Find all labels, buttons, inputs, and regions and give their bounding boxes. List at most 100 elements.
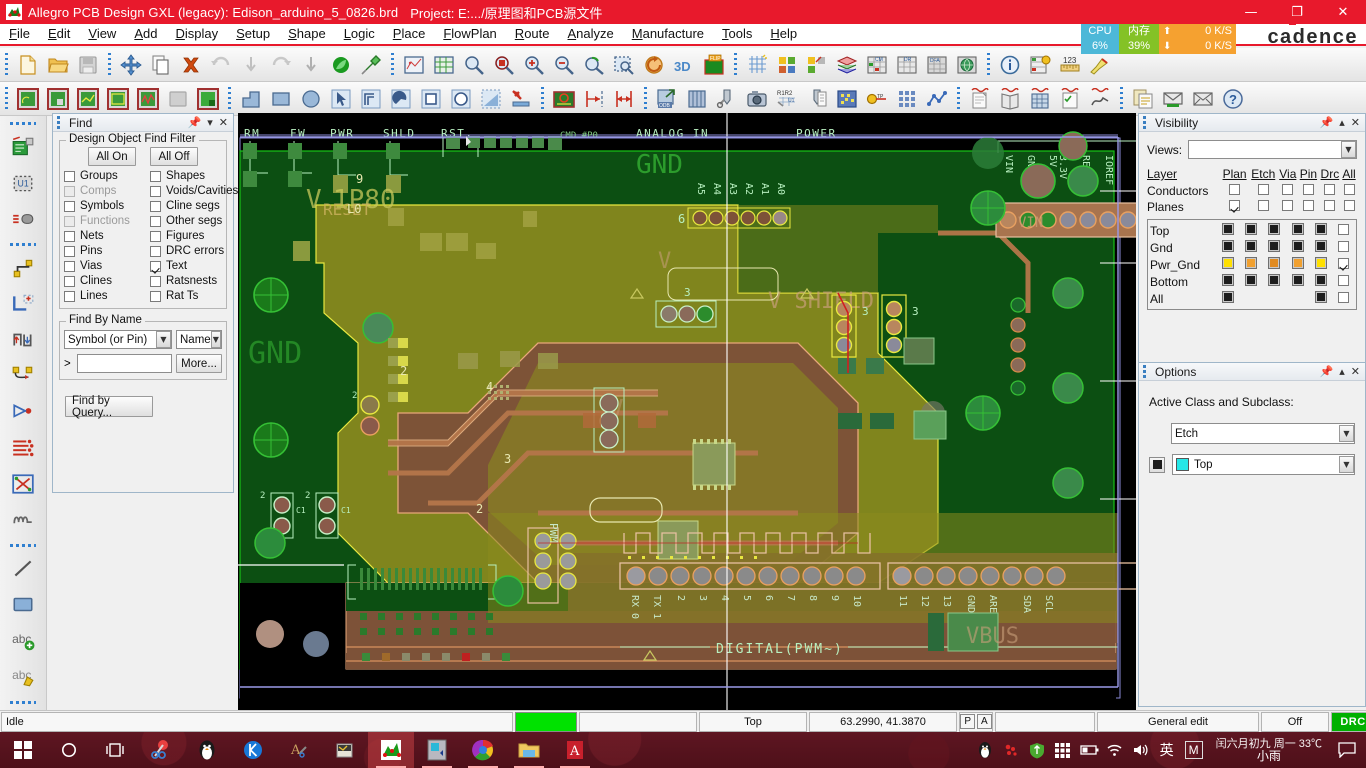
fanout-icon[interactable] (6, 394, 40, 430)
object-type-select[interactable]: Symbol (or Pin) ▼ (64, 330, 172, 349)
subclass-color-button[interactable] (1149, 456, 1165, 473)
redo-icon[interactable] (266, 50, 296, 80)
zoom-select-icon[interactable] (609, 50, 639, 80)
vis-layer-swatch[interactable] (1216, 273, 1239, 290)
toolbar-grip[interactable] (3, 52, 10, 77)
highlight-icon[interactable] (1085, 50, 1115, 80)
slide-icon[interactable] (6, 286, 40, 322)
rail-group-1[interactable] (10, 119, 36, 127)
leaf-icon[interactable] (326, 50, 356, 80)
squiggle-route-icon[interactable] (6, 502, 40, 538)
down-arrow2-icon[interactable] (296, 50, 326, 80)
checkbox-drc-errors[interactable] (150, 245, 161, 257)
board-geometry-icon[interactable] (549, 84, 579, 114)
vis-layer-swatch[interactable] (1239, 273, 1262, 290)
toolbar-grip[interactable] (642, 86, 649, 111)
vis-layer-all-checkbox[interactable] (1333, 256, 1354, 273)
pin-icon[interactable] (356, 50, 386, 80)
toolbar-grip[interactable] (226, 86, 233, 111)
vis-cell[interactable] (1298, 183, 1319, 199)
toolbar-grip[interactable] (3, 86, 10, 111)
save-icon[interactable] (73, 50, 103, 80)
battery-icon[interactable] (1076, 732, 1102, 768)
find-filter-clines[interactable]: Clines (64, 275, 150, 287)
vis-layer-swatch[interactable] (1309, 222, 1332, 239)
film-icon[interactable] (682, 84, 712, 114)
checkbox-symbols[interactable] (64, 200, 75, 212)
zoom-fit-icon[interactable] (459, 50, 489, 80)
doc-wave-icon[interactable] (965, 84, 995, 114)
pa-flags[interactable]: P A (959, 711, 993, 732)
vis-cell[interactable] (1341, 183, 1357, 199)
find-filter-text[interactable]: Text (150, 260, 238, 272)
zoom-previous-icon[interactable] (579, 50, 609, 80)
toolbar-grip[interactable] (985, 52, 992, 77)
virus-tray-icon[interactable] (998, 732, 1024, 768)
find-name-input[interactable] (76, 354, 173, 373)
menu-logic[interactable]: Logic (335, 24, 384, 44)
checkbox-ratsnests[interactable] (150, 275, 161, 287)
toolbar-grip[interactable] (955, 86, 962, 111)
book-wave-icon[interactable] (995, 84, 1025, 114)
checkbox-vias[interactable] (64, 260, 75, 272)
menu-flowplan[interactable]: FlowPlan (434, 24, 505, 44)
shape-edit-icon[interactable] (43, 84, 73, 114)
shape-arc-icon[interactable] (386, 84, 416, 114)
active-subclass-select[interactable]: Top ▼ (1172, 454, 1355, 475)
zoom-in-world-icon[interactable] (489, 50, 519, 80)
collapse-panel-icon-3[interactable]: ▴ (1339, 366, 1345, 377)
all-off-button[interactable]: All Off (150, 147, 198, 166)
shape-net-icon[interactable] (103, 84, 133, 114)
vis-layer-swatch[interactable] (1216, 290, 1239, 307)
mail-icon[interactable] (1158, 84, 1188, 114)
drc-status[interactable]: DRC (1331, 711, 1366, 732)
shape-path-icon[interactable] (356, 84, 386, 114)
vis-cell[interactable] (1249, 199, 1278, 215)
chevron-down-icon-3[interactable]: ▼ (1341, 141, 1356, 158)
grid-view-icon[interactable] (429, 50, 459, 80)
wifi-icon[interactable] (1102, 732, 1128, 768)
move-icon[interactable] (116, 50, 146, 80)
shape-fill-icon[interactable] (193, 84, 223, 114)
vertex-icon[interactable] (6, 358, 40, 394)
more-button[interactable]: More... (176, 354, 222, 373)
pcb-canvas[interactable]: RM FW PWR SHLD RST. ANALOG IN POWER CMD … (238, 113, 1136, 712)
kingsoft-app-icon[interactable] (230, 732, 276, 768)
toolbar-grip[interactable] (732, 52, 739, 77)
menu-setup[interactable]: Setup (227, 24, 279, 44)
pin-panel-icon-2[interactable]: 📌 (1320, 117, 1334, 128)
close-panel-icon-2[interactable]: ✕ (1351, 117, 1360, 128)
flip-design-icon[interactable]: FLIP (699, 50, 729, 80)
pin-panel-icon[interactable]: 📌 (188, 117, 202, 128)
dimension-start-icon[interactable] (579, 84, 609, 114)
new-file-icon[interactable] (13, 50, 43, 80)
orcad-capture-taskbar-button[interactable] (414, 732, 460, 768)
menu-edit[interactable]: Edit (39, 24, 79, 44)
weather-widget[interactable]: 闰六月初九 周一 33℃ 小雨 (1208, 738, 1330, 762)
vis-layer-swatch[interactable] (1286, 239, 1309, 256)
testpoint-icon[interactable]: TP (862, 84, 892, 114)
shape-corner-icon[interactable] (476, 84, 506, 114)
checklist-wave-icon[interactable] (1055, 84, 1085, 114)
chrome-browser-icon[interactable] (460, 732, 506, 768)
minimize-button[interactable]: — (1228, 0, 1274, 24)
vis-cell[interactable] (1249, 183, 1278, 199)
volume-icon[interactable] (1128, 732, 1154, 768)
views-select[interactable]: ▼ (1188, 140, 1357, 159)
zoom-out-icon[interactable] (549, 50, 579, 80)
qq-tray-icon[interactable] (972, 732, 998, 768)
menu-place[interactable]: Place (384, 24, 435, 44)
edit-text-icon[interactable]: abc (6, 659, 40, 695)
find-filter-pins[interactable]: Pins (64, 245, 150, 257)
dimension-both-icon[interactable] (609, 84, 639, 114)
vis-layer-swatch[interactable] (1263, 222, 1286, 239)
delete-icon[interactable] (176, 50, 206, 80)
apps-grid-icon[interactable] (1050, 732, 1076, 768)
find-filter-vias[interactable]: Vias (64, 260, 150, 272)
sign-wave-icon[interactable] (1085, 84, 1115, 114)
refresh-icon[interactable] (639, 50, 669, 80)
shape-polygon-icon[interactable] (236, 84, 266, 114)
add-connect-icon[interactable] (6, 250, 40, 286)
auto-route-icon[interactable] (6, 466, 40, 502)
netlist-import-icon[interactable] (6, 129, 40, 165)
